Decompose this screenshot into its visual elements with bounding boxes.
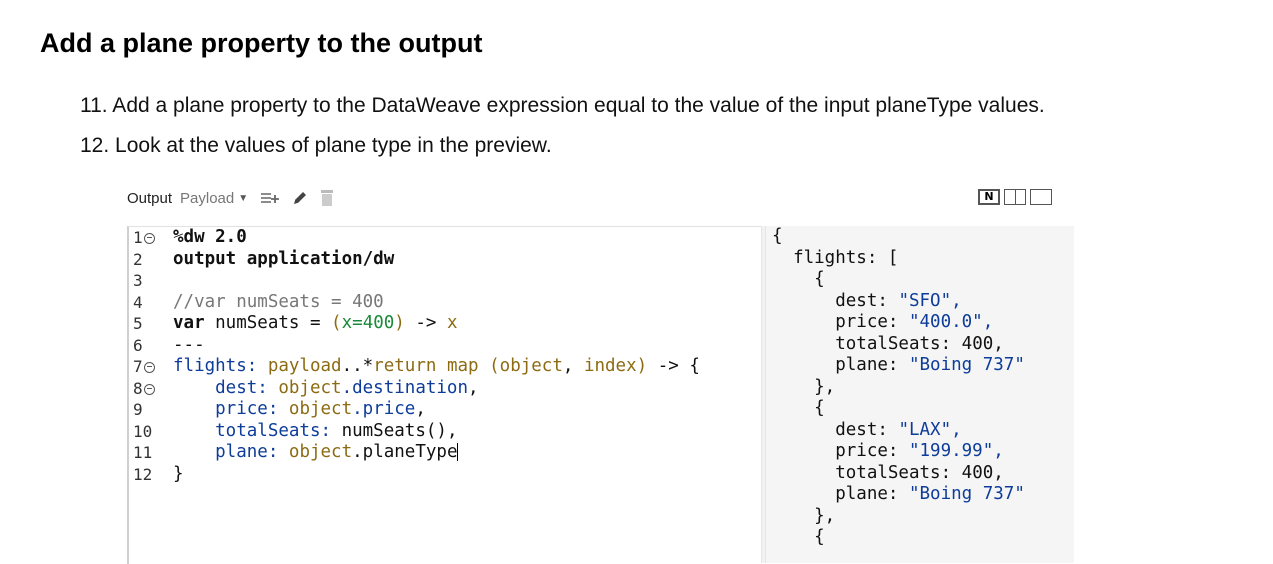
- preview-line: {: [772, 527, 825, 547]
- dataweave-editor[interactable]: 1 2 3 4 5 6 7 8 9 10 11 12 %dw 2.0 outpu…: [127, 226, 763, 564]
- step-12: 12. Look at the values of plane type in …: [80, 134, 552, 157]
- code-line: totalSeats: numSeats(),: [173, 420, 458, 441]
- code-line: flights: payload..*return map (object, i…: [173, 356, 700, 376]
- fold-icon[interactable]: [143, 383, 155, 395]
- line-number: 2: [133, 249, 143, 269]
- line-number: 9: [133, 400, 143, 419]
- code-line: plane: object.planeType: [173, 442, 459, 462]
- text-cursor: [457, 443, 459, 461]
- view-mode-toggles: N: [978, 189, 1052, 205]
- preview-line: price: "400.0",: [772, 312, 994, 332]
- code-line: output application/dw: [173, 248, 395, 269]
- line-gutter: 1 2 3 4 5 6 7 8 9 10 11 12: [129, 227, 167, 564]
- notation-view-toggle[interactable]: N: [978, 189, 1000, 205]
- fold-icon[interactable]: [143, 233, 155, 244]
- preview-line: {: [772, 226, 783, 246]
- transform-toolbar: Output Payload ▼: [127, 186, 346, 210]
- preview-line: price: "199.99",: [772, 441, 1004, 461]
- line-number: 12: [133, 464, 153, 484]
- preview-line: dest: "SFO",: [772, 290, 962, 311]
- fold-icon[interactable]: [143, 362, 155, 373]
- add-mapping-icon[interactable]: [260, 191, 280, 205]
- caret-down-icon[interactable]: ▼: [238, 193, 248, 204]
- preview-pane: { flights: [ { dest: "SFO", price: "400.…: [766, 226, 1074, 563]
- preview-line: totalSeats: 400,: [772, 462, 1004, 483]
- preview-line: dest: "LAX",: [772, 419, 962, 440]
- preview-code: { flights: [ { dest: "SFO", price: "400.…: [772, 226, 1025, 549]
- preview-line: plane: "Boing 737": [772, 484, 1025, 504]
- preview-line: },: [772, 376, 836, 397]
- payload-dropdown[interactable]: Payload: [180, 190, 234, 207]
- preview-line: {: [772, 398, 825, 418]
- preview-line: plane: "Boing 737": [772, 355, 1025, 375]
- code-line: price: object.price,: [173, 399, 426, 419]
- output-label: Output: [127, 189, 173, 207]
- notation-label: N: [984, 190, 994, 203]
- code-line: dest: object.destination,: [173, 377, 479, 398]
- code-line: ---: [173, 334, 205, 355]
- line-number: 4: [133, 292, 143, 312]
- single-view-icon[interactable]: [1030, 189, 1052, 205]
- preview-line: totalSeats: 400,: [772, 333, 1004, 354]
- line-number: 7: [129, 356, 167, 378]
- code-area[interactable]: %dw 2.0 output application/dw //var numS…: [173, 227, 700, 485]
- line-number: 10: [133, 421, 153, 441]
- line-number: 5: [133, 314, 143, 333]
- trash-icon[interactable]: [320, 189, 334, 207]
- page-title: Add a plane property to the output: [40, 28, 483, 58]
- split-view-icon[interactable]: [1004, 189, 1026, 205]
- line-number: 8: [129, 378, 167, 400]
- code-line: %dw 2.0: [173, 227, 247, 247]
- line-number: 1: [129, 227, 167, 249]
- preview-line: {: [772, 269, 825, 289]
- code-line: //var numSeats = 400: [173, 291, 384, 312]
- line-number: 3: [133, 271, 143, 290]
- step-11: 11. Add a plane property to the DataWeav…: [80, 94, 1045, 117]
- pencil-icon[interactable]: [292, 190, 308, 206]
- line-number: 11: [133, 443, 153, 462]
- line-number: 6: [133, 335, 143, 355]
- instruction-steps: 11. Add a plane property to the DataWeav…: [80, 86, 1045, 166]
- code-line: var numSeats = (x=400) -> x: [173, 313, 458, 333]
- preview-line: flights: [: [772, 247, 899, 268]
- code-line: }: [173, 463, 184, 484]
- preview-line: },: [772, 505, 836, 526]
